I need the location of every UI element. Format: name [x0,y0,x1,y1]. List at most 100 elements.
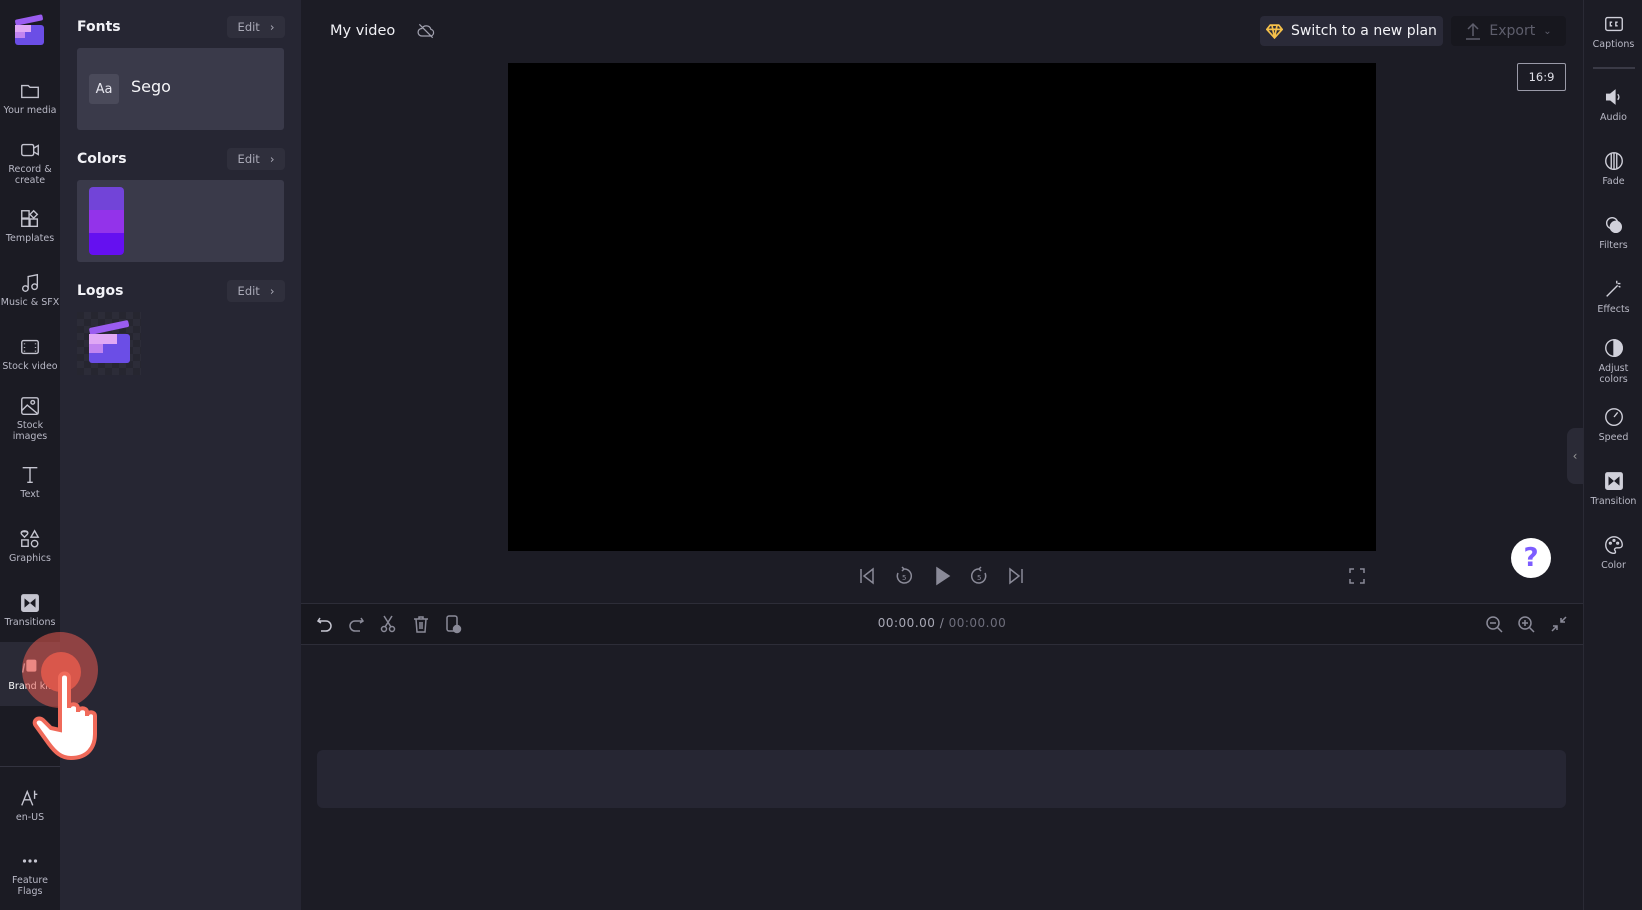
rail-feature-flags[interactable]: Feature Flags [0,838,60,908]
font-card[interactable]: Aa Sego [77,48,284,130]
rail-audio[interactable]: Audio [1584,86,1642,123]
speedometer-icon [1604,408,1623,426]
fonts-heading: Fonts [77,19,121,35]
folder-icon [21,84,39,99]
app-logo[interactable] [13,14,46,47]
collapse-properties-button[interactable]: ‹ [1567,428,1583,484]
skip-forward-icon[interactable] [1006,566,1026,586]
colors-heading: Colors [77,151,127,167]
rail-label: Stock video [2,361,58,372]
chevron-right-icon: › [269,20,275,34]
rail-label: Templates [5,233,55,244]
rail-transition[interactable]: Transition [1584,470,1642,507]
music-note-icon [21,273,39,292]
add-to-timeline-icon[interactable] [443,614,463,634]
project-title[interactable]: My video [317,18,408,44]
transition-icon [1604,472,1623,490]
right-rail: Captions Audio Fade Filters Effects Adju… [1583,0,1642,910]
filters-icon [1605,216,1622,234]
zoom-out-icon[interactable] [1484,614,1504,634]
rewind-5s-icon[interactable]: 5 [894,566,914,586]
rail-your-media[interactable]: Your media [0,66,60,130]
rail-label: Audio [1599,112,1627,123]
aspect-ratio-button[interactable]: 16:9 [1517,63,1566,91]
left-rail: Your media Record & create Templates Mus… [0,0,60,910]
rail-stock-images[interactable]: Stock images [0,386,60,450]
rail-adjust-colors[interactable]: Adjust colors [1584,337,1642,385]
color-swatch[interactable] [89,233,124,255]
fullscreen-icon[interactable] [1347,566,1367,586]
play-icon[interactable] [932,566,952,586]
rail-label: Music & SFX [0,297,60,308]
image-icon [21,396,39,415]
edit-label: Edit [237,152,260,166]
svg-text:5: 5 [902,574,906,582]
logos-edit-button[interactable]: Edit › [227,280,285,302]
colors-edit-button[interactable]: Edit › [227,148,285,170]
redo-icon[interactable] [346,614,366,634]
editor-main: My video Switch to a new plan Export ⌄ 1… [301,0,1583,910]
export-button[interactable]: Export ⌄ [1451,16,1566,46]
fit-timeline-icon[interactable] [1549,614,1569,634]
forward-5s-icon[interactable]: 5 [969,566,989,586]
more-icon [22,858,38,863]
edit-label: Edit [237,20,260,34]
fade-icon [1604,152,1623,170]
zoom-in-icon[interactable] [1516,614,1536,634]
rail-label: Fade [1602,176,1625,187]
rail-label: Transition [1590,496,1637,507]
rail-templates[interactable]: Templates [0,194,60,258]
rail-label: Effects [1597,304,1630,315]
rail-label: Captions [1592,39,1635,50]
rail-record-create[interactable]: Record & create [0,130,60,194]
time-separator: / [935,616,949,630]
rail-speed[interactable]: Speed [1584,406,1642,443]
colors-card[interactable] [77,180,284,262]
rail-label: Color [1601,560,1626,571]
divider [301,644,1583,645]
upload-icon [1466,22,1481,40]
scissors-icon[interactable] [378,614,398,634]
rail-text[interactable]: Text [0,450,60,514]
chevron-left-icon: ‹ [1572,449,1578,463]
rail-captions[interactable]: Captions [1584,13,1642,50]
rail-fade[interactable]: Fade [1584,150,1642,187]
skip-back-icon[interactable] [857,566,877,586]
rail-label: Stock images [12,419,48,442]
fonts-edit-button[interactable]: Edit › [227,16,285,38]
help-button[interactable]: ? [1511,538,1551,578]
language-icon [21,789,38,806]
trash-icon[interactable] [411,614,431,634]
chevron-right-icon: › [269,152,275,166]
cloud-off-icon[interactable] [416,21,436,41]
video-preview[interactable] [508,63,1376,551]
current-time: 00:00.00 [877,616,936,630]
upgrade-label: Switch to a new plan [1291,23,1437,39]
upgrade-plan-button[interactable]: Switch to a new plan [1260,16,1443,46]
rail-label: Feature Flags [12,874,48,897]
magic-wand-icon [1605,280,1621,297]
rail-graphics[interactable]: Graphics [0,514,60,578]
rail-color[interactable]: Color [1584,534,1642,571]
logo-thumbnail[interactable] [77,312,141,375]
logos-heading: Logos [77,283,124,299]
rail-label: Graphics [9,553,51,564]
rail-language[interactable]: en-US [0,773,60,837]
undo-icon[interactable] [315,614,335,634]
total-time: 00:00.00 [948,616,1007,630]
rail-label: Transitions [4,617,56,628]
diamond-icon [1266,23,1284,39]
text-icon [22,466,38,484]
rail-filters[interactable]: Filters [1584,214,1642,251]
color-swatch[interactable] [89,210,124,233]
rail-label: en-US [15,812,45,823]
timeline-track[interactable] [317,750,1566,808]
color-swatch[interactable] [89,187,124,210]
hand-cursor-icon [32,671,97,761]
rail-effects[interactable]: Effects [1584,278,1642,315]
palette-icon [1604,536,1623,554]
rail-music-sfx[interactable]: Music & SFX [0,258,60,322]
font-sample: Aa [89,74,119,104]
rail-divider [1593,67,1635,69]
rail-stock-video[interactable]: Stock video [0,322,60,386]
